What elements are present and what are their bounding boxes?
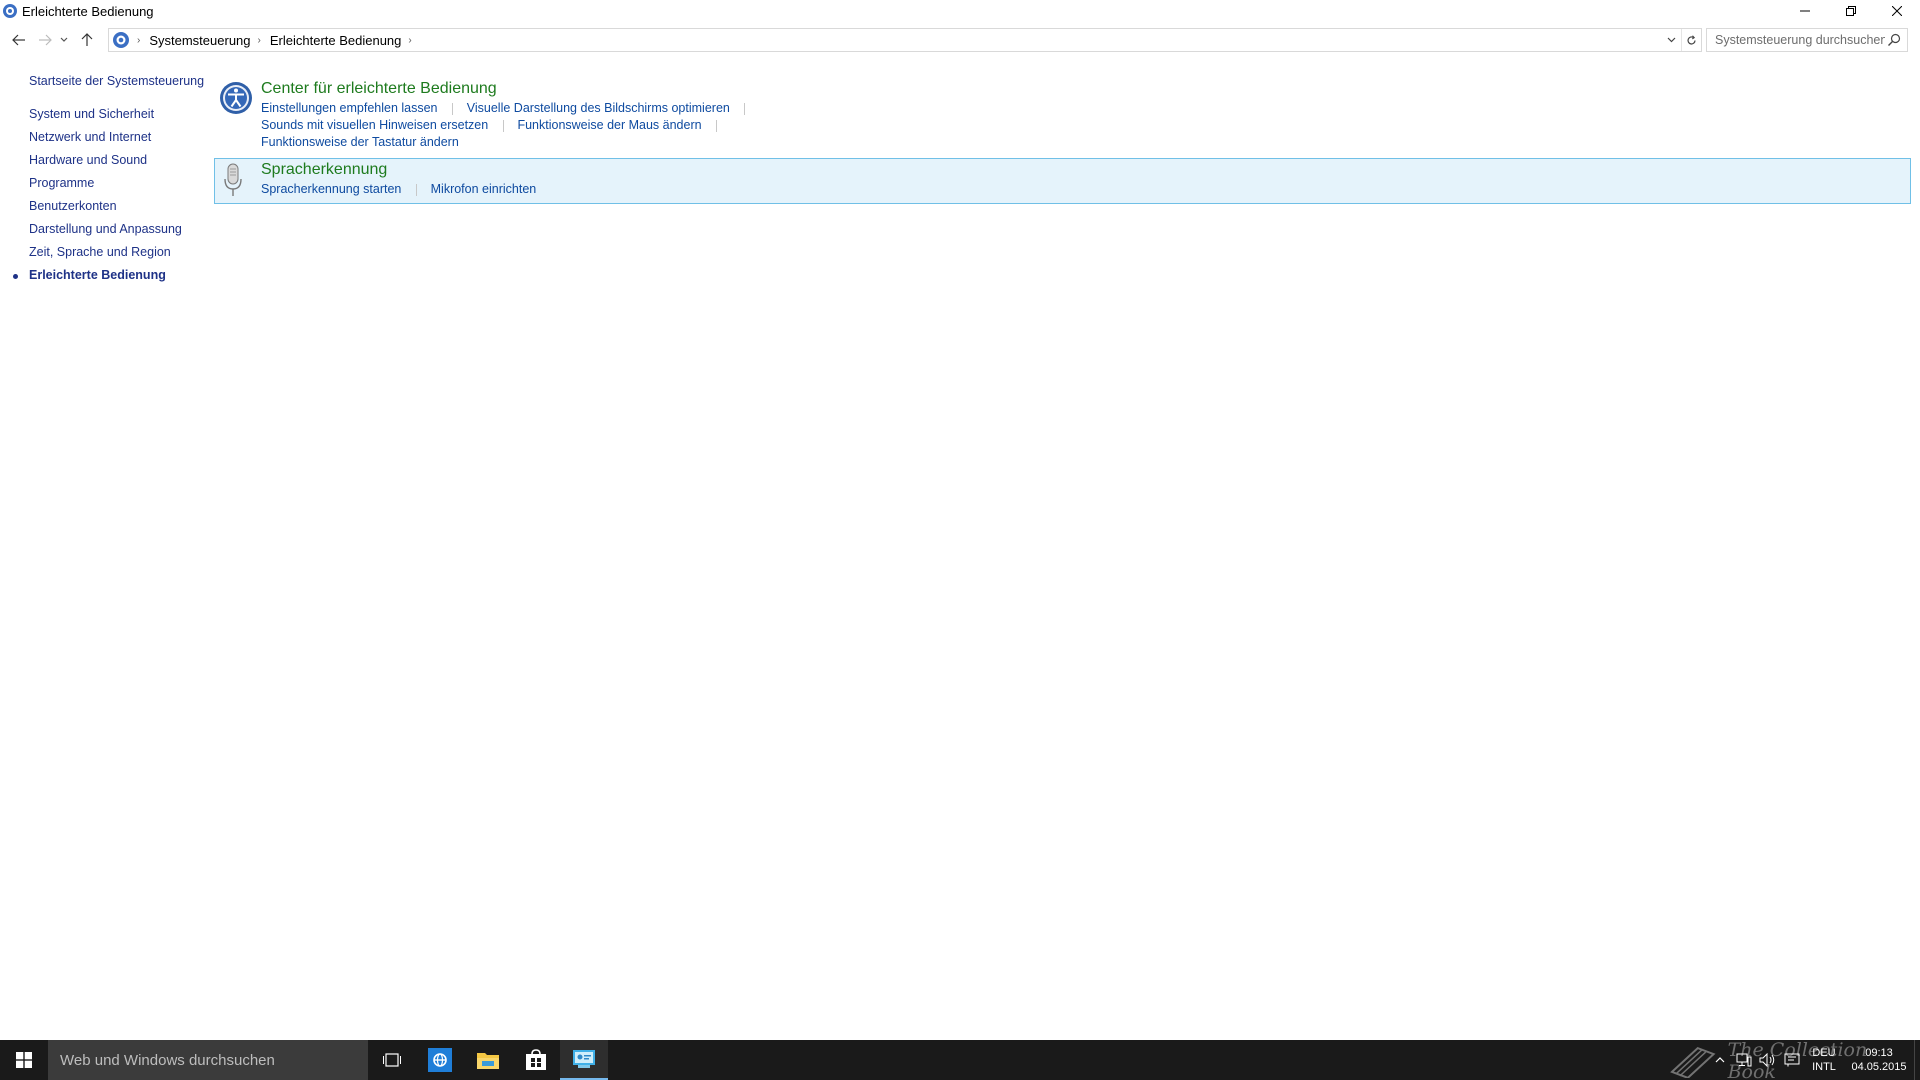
link-divider [716,119,718,132]
arrow-right-icon [39,34,52,46]
search-box[interactable] [1706,28,1908,52]
show-desktop-button[interactable] [1914,1040,1920,1080]
notifications-icon [1784,1053,1800,1067]
link-optimize-visual-display[interactable]: Visuelle Darstellung des Bildschirms opt… [467,101,730,115]
volume-button[interactable] [1756,1040,1780,1080]
taskbar-search[interactable] [48,1040,368,1080]
active-bullet-icon [13,274,18,279]
window-title: Erleichterte Bedienung [22,3,154,19]
back-button[interactable] [8,29,30,51]
breadcrumb-separator-icon: › [257,34,261,46]
ease-of-access-icon[interactable] [218,80,254,116]
refresh-icon [1687,34,1696,44]
title-bar: Erleichterte Bedienung [0,0,1920,22]
close-icon [1892,6,1902,16]
minimize-icon [1800,10,1810,12]
link-change-keyboard[interactable]: Funktionsweise der Tastatur ändern [261,135,459,149]
chevron-down-icon [60,37,68,42]
link-recommend-settings[interactable]: Einstellungen empfehlen lassen [261,101,438,115]
section-ease-of-access-center: Center für erleichterte Bedienung Einste… [214,76,1911,152]
clock-time: 09:13 [1865,1047,1893,1059]
link-divider [502,119,504,132]
sidebar-item-user-accounts[interactable]: Benutzerkonten [29,199,117,213]
taskbar-search-input[interactable] [60,1051,350,1069]
language-indicator[interactable]: DEU INTL [1804,1046,1844,1074]
task-view-button[interactable] [368,1040,416,1080]
show-hidden-icons-button[interactable] [1708,1040,1732,1080]
store-button[interactable] [512,1040,560,1080]
control-panel-icon [573,1050,595,1068]
internet-explorer-button[interactable] [416,1040,464,1080]
section-links-row: Funktionsweise der Tastatur ändern [261,134,459,149]
internet-explorer-icon [428,1048,452,1072]
link-divider [416,183,417,196]
sidebar-item-ease-of-access[interactable]: Erleichterte Bedienung [29,268,166,282]
section-speech-recognition[interactable]: Spracherkennung Spracherkennung starten … [214,158,1911,204]
sidebar-item-time-language-region[interactable]: Zeit, Sprache und Region [29,245,171,259]
link-divider [744,102,746,115]
sidebar-item-appearance[interactable]: Darstellung und Anpassung [29,222,182,236]
restore-icon [1846,6,1856,16]
start-button[interactable] [0,1040,48,1080]
minimize-button[interactable] [1782,0,1828,22]
link-divider [452,102,454,115]
chevron-up-icon [1715,1057,1725,1063]
address-history-button[interactable] [1661,29,1681,51]
sidebar-home-link[interactable]: Startseite der Systemsteuerung [29,74,204,88]
section-links-row: Sounds mit visuellen Hinweisen ersetzen … [261,117,727,132]
recent-locations-button[interactable] [56,29,72,51]
control-panel-taskbar-button[interactable] [560,1040,608,1080]
keyboard-layout: INTL [1812,1061,1836,1073]
store-icon [526,1049,546,1070]
arrow-up-icon [81,33,93,46]
refresh-button[interactable] [1681,29,1701,51]
sidebar-item-system-security[interactable]: System und Sicherheit [29,107,154,121]
link-start-speech-recognition[interactable]: Spracherkennung starten [261,182,401,196]
section-title-speech-recognition[interactable]: Spracherkennung [261,161,387,179]
section-title-ease-of-access-center[interactable]: Center für erleichterte Bedienung [261,80,497,98]
volume-icon [1759,1053,1775,1067]
file-explorer-button[interactable] [464,1040,512,1080]
action-center-button[interactable] [1780,1040,1804,1080]
sidebar-item-hardware-sound[interactable]: Hardware und Sound [29,153,147,167]
restore-button[interactable] [1828,0,1874,22]
section-links-row: Spracherkennung starten Mikrofon einrich… [261,181,536,196]
breadcrumb-erleichterte-bedienung[interactable]: Erleichterte Bedienung [270,33,402,48]
forward-button[interactable] [34,29,56,51]
sidebar-item-programs[interactable]: Programme [29,176,94,190]
breadcrumb-separator-icon: › [137,34,141,46]
chevron-down-icon [1667,37,1675,43]
search-icon[interactable] [1887,33,1901,47]
breadcrumb-systemsteuerung[interactable]: Systemsteuerung [149,33,250,48]
sidebar-item-network-internet[interactable]: Netzwerk und Internet [29,130,151,144]
close-button[interactable] [1874,0,1920,22]
network-icon [1736,1053,1752,1067]
clock-date: 04.05.2015 [1851,1061,1907,1073]
task-view-icon [383,1053,401,1067]
microphone-icon[interactable] [222,163,244,199]
clock[interactable]: 09:13 04.05.2015 [1844,1046,1914,1074]
system-tray: DEU INTL 09:13 04.05.2015 [1708,1040,1920,1080]
language-code: DEU [1812,1047,1836,1059]
arrow-left-icon [12,34,25,46]
up-button[interactable] [76,29,98,51]
breadcrumb-separator-icon[interactable]: › [408,35,411,46]
section-links-row: Einstellungen empfehlen lassen Visuelle … [261,100,755,115]
navigation-bar: › Systemsteuerung › Erleichterte Bedienu… [0,28,1920,52]
search-input[interactable] [1715,33,1885,47]
taskbar: The Collection Book DEU INTL 09:13 04.05… [0,1039,1920,1080]
control-panel-icon [112,31,130,49]
link-replace-sounds[interactable]: Sounds mit visuellen Hinweisen ersetzen [261,118,488,132]
link-change-mouse[interactable]: Funktionsweise der Maus ändern [517,118,701,132]
windows-logo-icon [16,1052,32,1068]
address-bar[interactable]: › Systemsteuerung › Erleichterte Bedienu… [108,28,1702,52]
file-explorer-icon [477,1053,499,1069]
link-setup-microphone[interactable]: Mikrofon einrichten [431,182,537,196]
network-button[interactable] [1732,1040,1756,1080]
control-panel-icon [2,3,18,19]
